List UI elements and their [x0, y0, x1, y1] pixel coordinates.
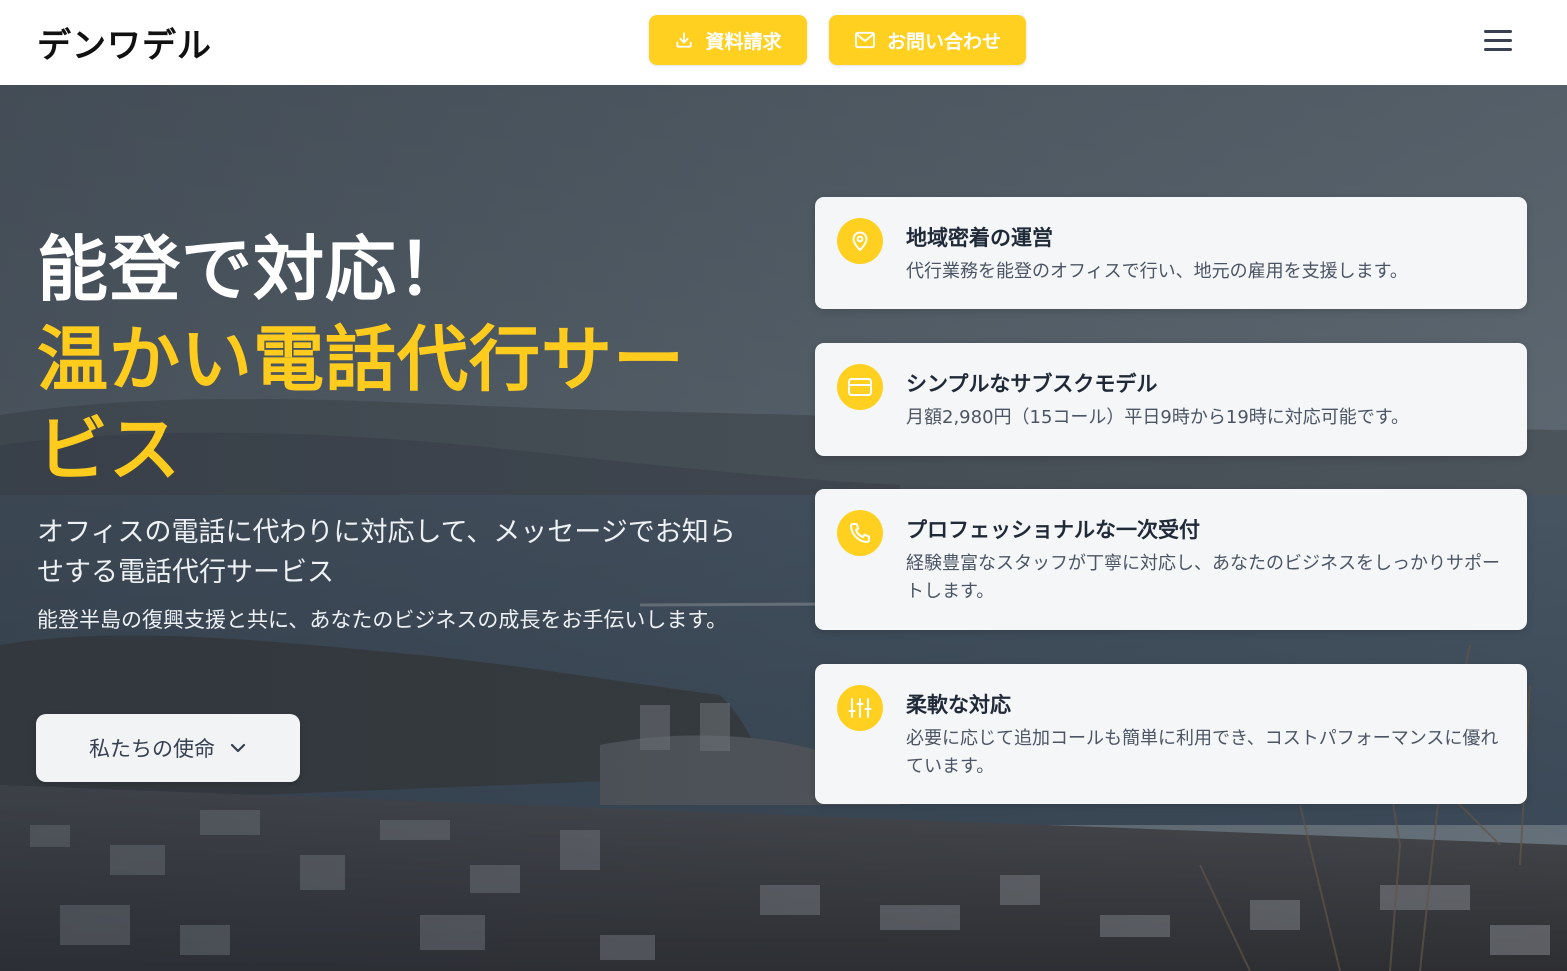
hero-lead: オフィスの電話に代わりに対応して、メッセージでお知らせする電話代行サービス: [37, 517, 736, 588]
sliders-icon: [837, 685, 883, 731]
headline-yellow: 温かい電話代行サービス: [37, 318, 686, 491]
site-logo[interactable]: デンワデル: [37, 18, 212, 67]
contact-label: お問い合わせ: [886, 30, 1001, 53]
download-icon: [676, 32, 693, 48]
feature-title: 地域密着の運営: [906, 226, 1053, 250]
contact-button[interactable]: お問い合わせ: [829, 15, 1026, 65]
site-header: デンワデル 資料請求 お問い合わせ: [0, 0, 1567, 85]
hero-headline: 能登で対応！ 温かい電話代行サービス: [37, 225, 737, 495]
hero-section: 能登で対応！ 温かい電話代行サービス オフィスの電話に代わりに対応して、メッセー…: [0, 85, 1567, 971]
feature-title: シンプルなサブスクモデル: [906, 372, 1158, 396]
headline-white: 能登で対応！: [37, 228, 470, 311]
mail-icon: [855, 31, 875, 49]
feature-desc: 月額2,980円（15コール）平日9時から19時に対応可能です。: [906, 407, 1409, 428]
feature-card-flexible: 柔軟な対応 必要に応じて追加コールも簡単に利用でき、コストパフォーマンスに優れて…: [815, 664, 1527, 804]
document-request-button[interactable]: 資料請求: [649, 15, 807, 65]
document-request-label: 資料請求: [705, 30, 782, 53]
hamburger-menu-icon[interactable]: [1482, 28, 1516, 54]
feature-card-local: 地域密着の運営 代行業務を能登のオフィスで行い、地元の雇用を支援します。: [815, 197, 1527, 309]
mission-label: 私たちの使命: [89, 737, 215, 761]
feature-card-subscription: シンプルなサブスクモデル 月額2,980円（15コール）平日9時から19時に対応…: [815, 343, 1527, 456]
hero-subtext: 能登半島の復興支援と共に、あなたのビジネスの成長をお手伝いします。: [37, 608, 728, 632]
phone-icon: [837, 510, 883, 556]
feature-title: プロフェッショナルな一次受付: [906, 518, 1200, 542]
feature-desc: 経験豊富なスタッフが丁寧に対応し、あなたのビジネスをしっかりサポートします。: [906, 553, 1500, 602]
feature-title: 柔軟な対応: [906, 693, 1011, 717]
feature-desc: 代行業務を能登のオフィスで行い、地元の雇用を支援します。: [906, 261, 1408, 282]
mission-button[interactable]: 私たちの使命: [36, 714, 300, 782]
feature-card-professional: プロフェッショナルな一次受付 経験豊富なスタッフが丁寧に対応し、あなたのビジネス…: [815, 489, 1527, 630]
feature-desc: 必要に応じて追加コールも簡単に利用でき、コストパフォーマンスに優れています。: [906, 728, 1499, 777]
chevron-down-icon: [230, 743, 246, 753]
credit-card-icon: [837, 364, 883, 410]
location-pin-icon: [837, 218, 883, 264]
